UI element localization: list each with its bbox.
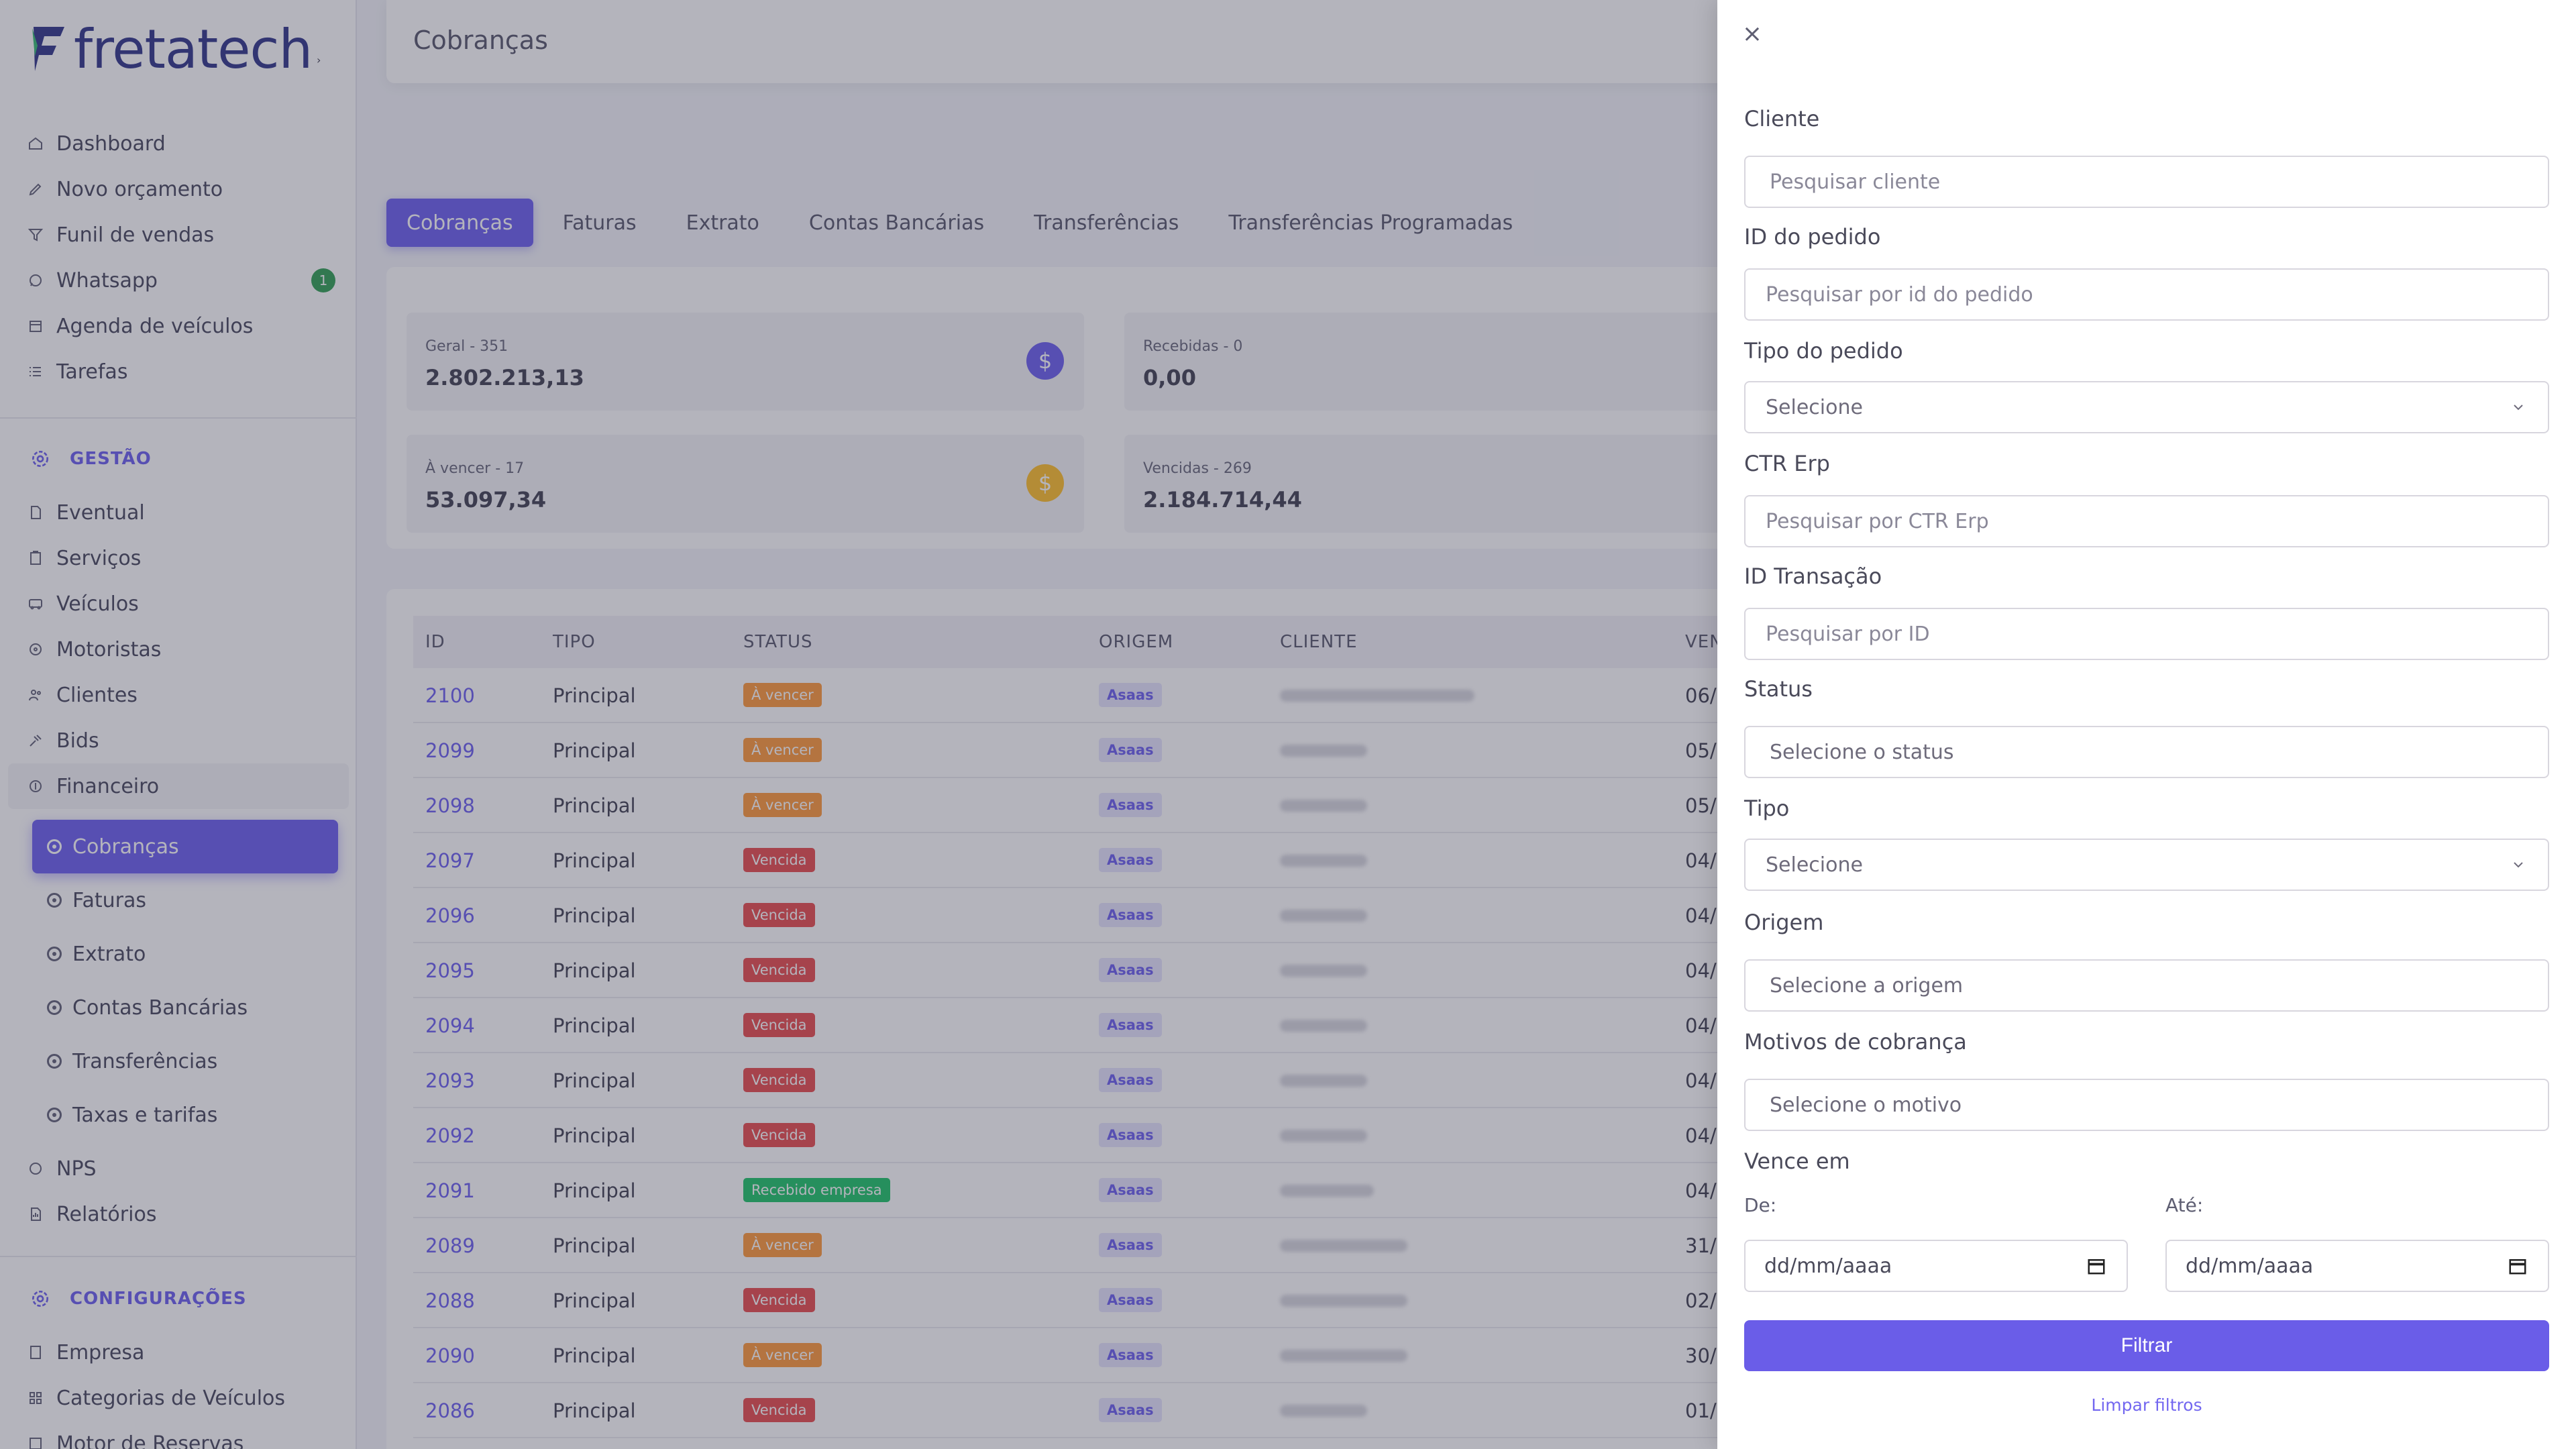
cliente-search-input[interactable] <box>1744 156 2549 208</box>
multiselect-placeholder: Selecione o motivo <box>1770 1093 1962 1117</box>
ctr-erp-input[interactable] <box>1744 495 2549 547</box>
tipo-select[interactable]: Selecione <box>1744 839 2549 891</box>
select-value: Selecione <box>1766 853 1863 877</box>
pedido-label: ID do pedido <box>1744 224 1881 250</box>
filter-drawer <box>1717 0 2576 1449</box>
cliente-label: Cliente <box>1744 106 1820 131</box>
clear-filters-link[interactable]: Limpar filtros <box>1744 1395 2549 1415</box>
ctr-label: CTR Erp <box>1744 451 1830 476</box>
date-placeholder: dd/mm/aaaa <box>2186 1254 2314 1278</box>
tipo-label: Tipo <box>1744 796 1790 821</box>
status-multiselect[interactable]: Selecione o status <box>1744 726 2549 778</box>
pedido-id-input[interactable] <box>1744 268 2549 321</box>
status-label: Status <box>1744 676 1813 702</box>
date-from-input[interactable]: dd/mm/aaaa <box>1744 1240 2128 1292</box>
multiselect-placeholder: Selecione a origem <box>1770 973 1964 998</box>
origem-multiselect[interactable]: Selecione a origem <box>1744 959 2549 1012</box>
modal-backdrop[interactable] <box>0 0 1717 1449</box>
origem-label: Origem <box>1744 910 1824 935</box>
close-icon[interactable]: × <box>1740 20 1764 48</box>
date-placeholder: dd/mm/aaaa <box>1764 1254 1892 1278</box>
chevron-down-icon <box>2514 405 2523 411</box>
filter-button[interactable]: Filtrar <box>1744 1320 2549 1371</box>
chevron-down-icon <box>2514 862 2523 868</box>
motivos-label: Motivos de cobrança <box>1744 1029 1967 1055</box>
calendar-icon[interactable] <box>2508 1256 2528 1276</box>
select-value: Selecione <box>1766 395 1863 419</box>
date-from-label: De: <box>1744 1194 1777 1216</box>
tipo-pedido-select[interactable]: Selecione <box>1744 381 2549 433</box>
transacao-id-input[interactable] <box>1744 608 2549 660</box>
date-to-label: Até: <box>2165 1194 2204 1216</box>
multiselect-placeholder: Selecione o status <box>1770 740 1954 764</box>
motivos-multiselect[interactable]: Selecione o motivo <box>1744 1079 2549 1131</box>
date-to-input[interactable]: dd/mm/aaaa <box>2165 1240 2549 1292</box>
vence-em-label: Vence em <box>1744 1148 1850 1174</box>
calendar-icon[interactable] <box>2086 1256 2106 1276</box>
transacao-label: ID Transação <box>1744 564 1882 589</box>
tipo-pedido-label: Tipo do pedido <box>1744 338 1903 364</box>
